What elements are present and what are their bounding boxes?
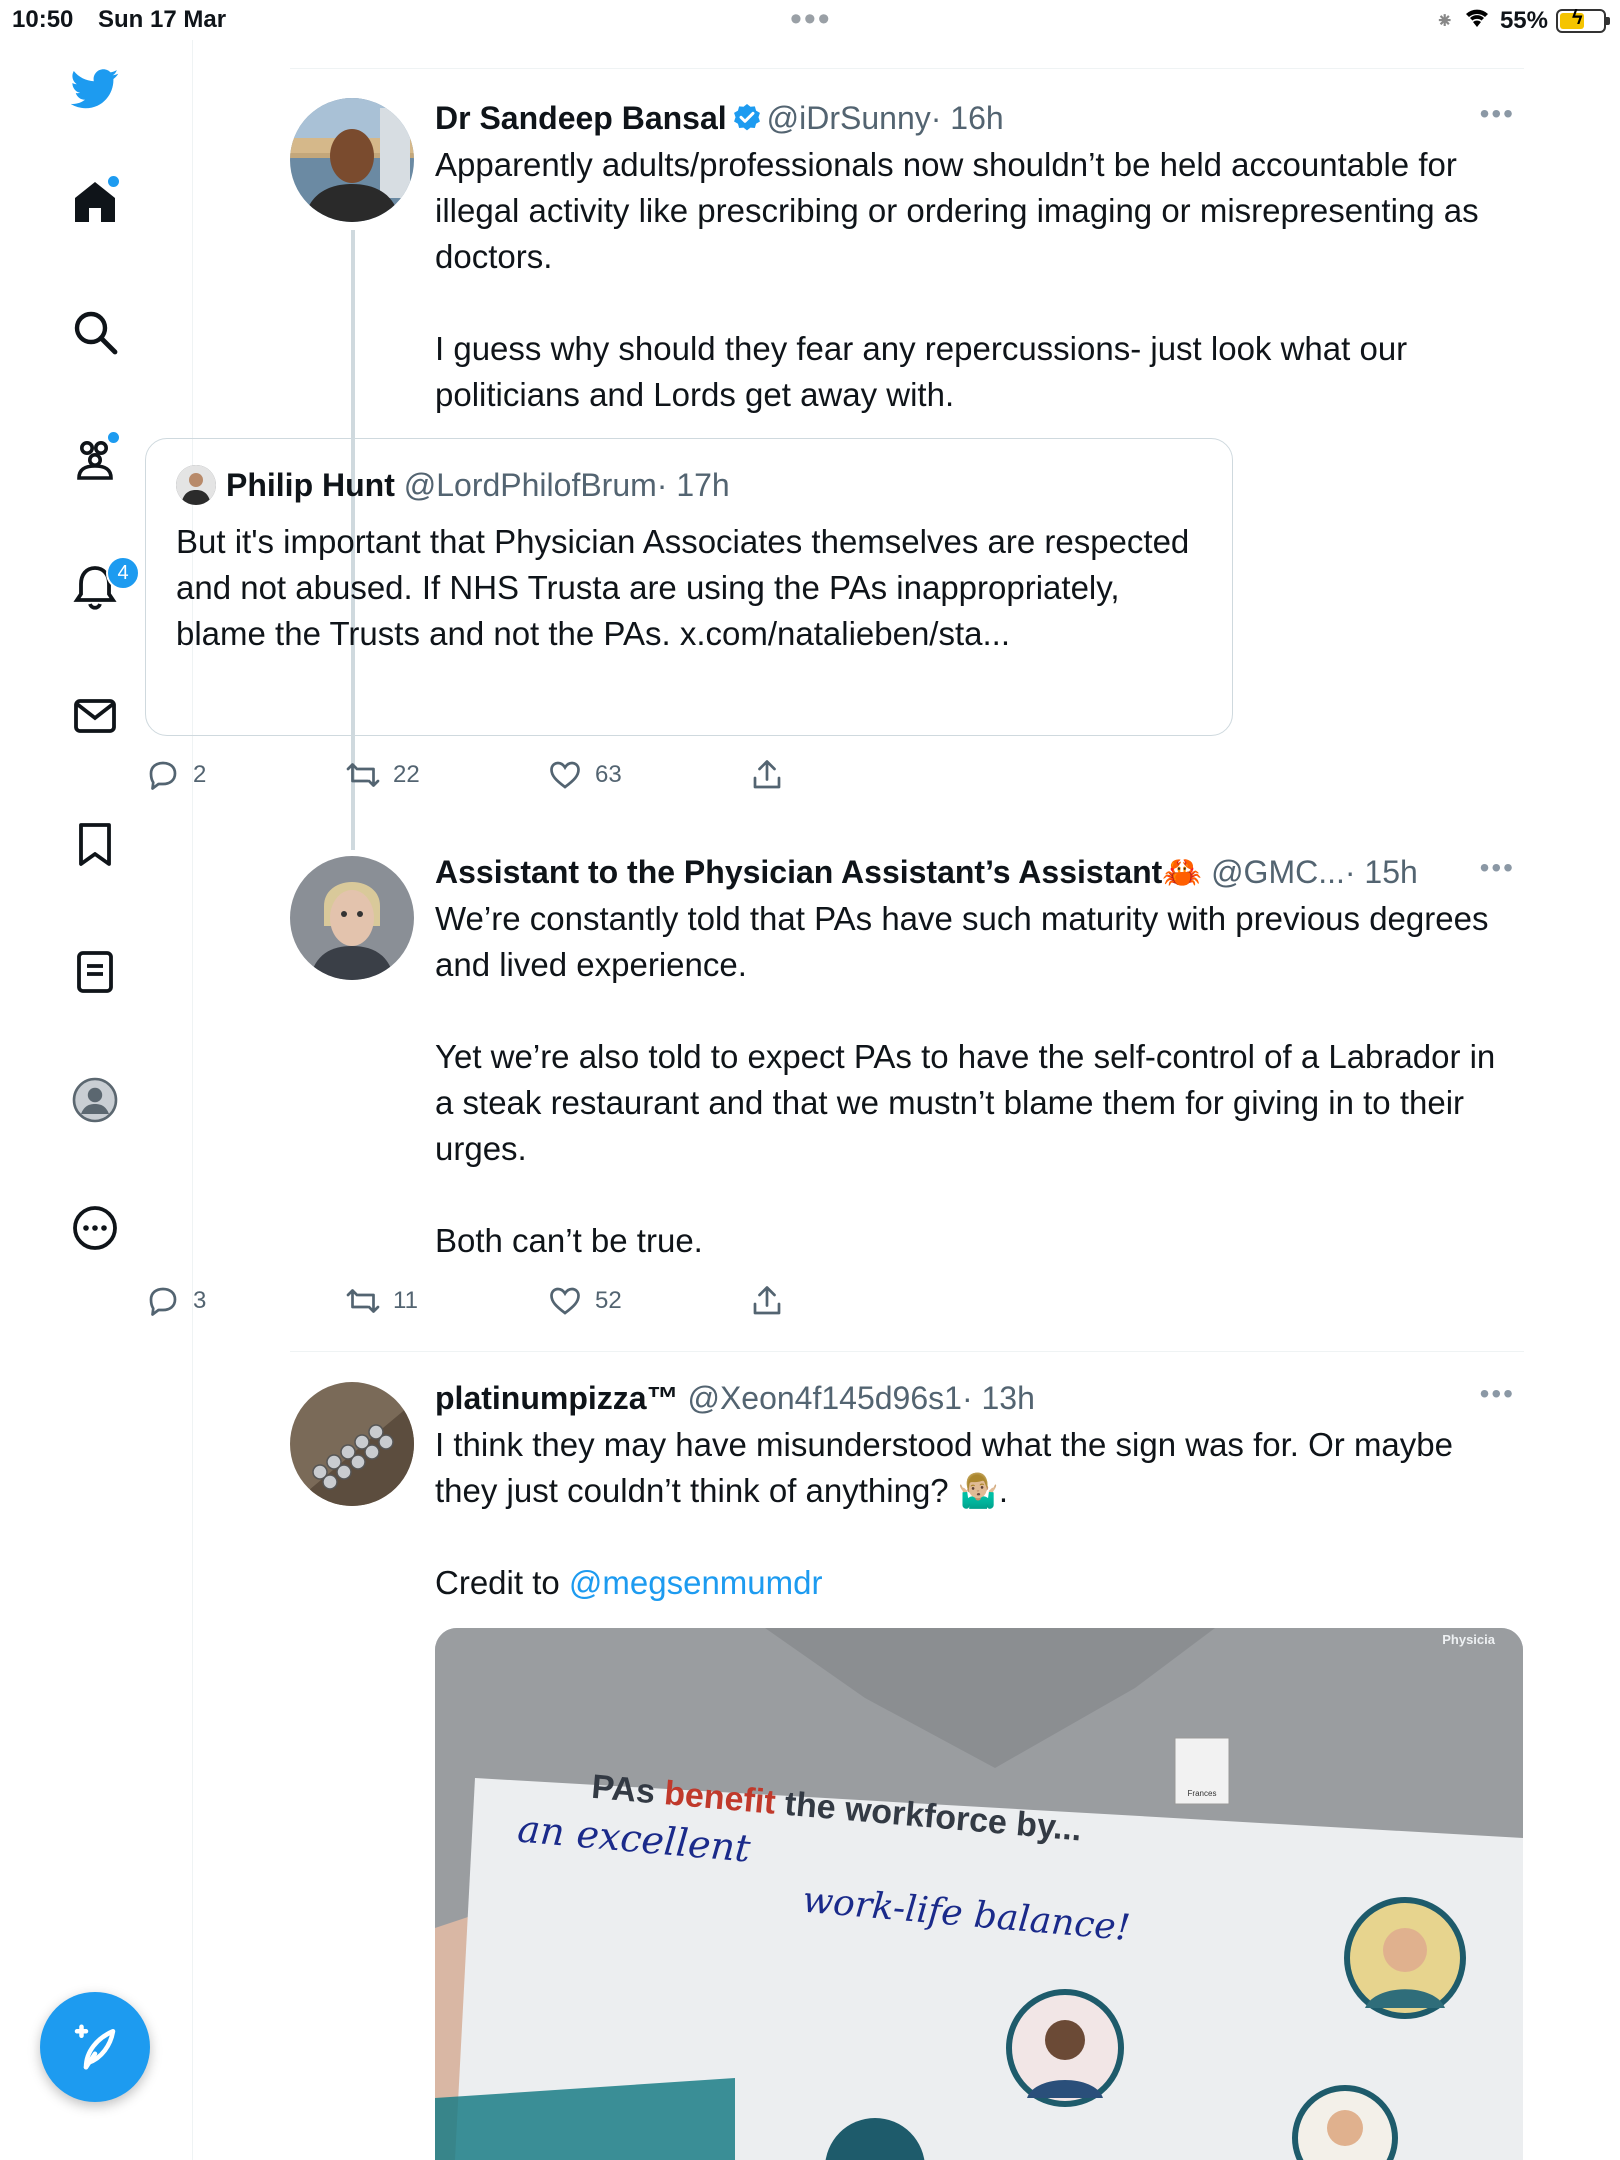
author-handle[interactable]: @Xeon4f145d96s1 <box>687 1380 961 1416</box>
author-name[interactable]: platinumpizza™ <box>435 1380 679 1416</box>
quote-avatar <box>176 465 216 505</box>
sign-photo: Frances Physicia PAs benefit the workfor… <box>435 1628 1523 2160</box>
like-button[interactable]: 52 <box>547 1283 749 1319</box>
retweet-count: 11 <box>393 1287 418 1314</box>
tweet-text: We’re constantly told that PAs have such… <box>435 900 1496 1259</box>
author-handle[interactable]: @GMC... <box>1211 854 1345 890</box>
credit-mention-link[interactable]: @megsenmumdr <box>569 1564 823 1601</box>
tweet-credit: Credit to @megsenmumdr <box>435 1560 1515 1606</box>
retweet-button[interactable]: 22 <box>345 757 547 793</box>
status-bar: 10:50 Sun 17 Mar ••• ⁕ 55% ϟ <box>0 0 1620 40</box>
tweet-actions: 3 11 52 <box>145 1283 785 1319</box>
reply-count: 3 <box>193 1287 207 1314</box>
timeline-top-divider <box>290 68 1524 69</box>
messages-icon[interactable] <box>65 686 125 746</box>
compose-tweet-button[interactable] <box>40 1992 150 2102</box>
quote-time: · 17h <box>656 467 730 503</box>
reply-count: 2 <box>193 761 207 788</box>
retweet-button[interactable]: 11 <box>345 1283 547 1319</box>
reply-icon <box>149 1287 177 1316</box>
retweet-icon <box>346 763 380 787</box>
retweet-count: 22 <box>393 761 420 788</box>
tweet-time[interactable]: · 16h <box>931 100 1004 136</box>
verified-badge-icon <box>731 102 763 134</box>
avatar[interactable] <box>290 1382 414 1506</box>
heart-icon <box>550 761 580 789</box>
twitter-logo-icon[interactable] <box>65 58 125 118</box>
share-icon <box>753 760 781 789</box>
activity-spinner-icon: ⁕ <box>1435 7 1454 33</box>
retweet-icon <box>346 1289 380 1313</box>
avatar[interactable] <box>290 98 414 222</box>
tweet-actions: 2 22 63 <box>145 757 785 793</box>
quote-author-name: Philip Hunt <box>226 467 395 503</box>
share-icon <box>753 1286 781 1315</box>
communities-unread-dot <box>106 430 121 445</box>
status-time: 10:50 <box>12 6 74 33</box>
tweet-image[interactable]: Frances Physicia PAs benefit the workfor… <box>435 1628 1523 2160</box>
battery-percent: 55% <box>1499 6 1548 34</box>
more-options-icon[interactable]: ••• <box>1480 852 1515 884</box>
like-count: 63 <box>595 761 622 788</box>
profile-icon[interactable] <box>65 1070 125 1130</box>
battery-icon: ϟ <box>1556 7 1610 33</box>
share-button[interactable] <box>749 757 785 793</box>
quote-author-handle: @LordPhilofBrum <box>403 467 657 503</box>
more-options-icon[interactable]: ••• <box>1480 98 1515 130</box>
wifi-icon <box>1462 5 1492 36</box>
lists-icon[interactable] <box>65 942 125 1002</box>
like-count: 52 <box>595 1287 622 1314</box>
credit-prefix: Credit to <box>435 1564 569 1601</box>
like-button[interactable]: 63 <box>547 757 749 793</box>
tweet-time[interactable]: · 15h <box>1345 854 1418 890</box>
bookmarks-icon[interactable] <box>65 814 125 874</box>
tweet-divider <box>290 1351 1524 1352</box>
reply-icon <box>149 761 177 790</box>
status-date: Sun 17 Mar <box>98 6 227 33</box>
search-icon[interactable] <box>65 302 125 362</box>
home-unread-dot <box>106 174 121 189</box>
heart-icon <box>550 1287 580 1315</box>
multitasking-dots-icon[interactable]: ••• <box>790 0 832 39</box>
more-options-icon[interactable]: ••• <box>1480 1378 1515 1410</box>
badge-text: Physicia <box>1442 1632 1496 1647</box>
tweet-text: I think they may have misunderstood what… <box>435 1426 1463 1509</box>
reply-button[interactable]: 2 <box>145 757 345 793</box>
tweet-time[interactable]: · 13h <box>962 1380 1035 1416</box>
notifications-badge: 4 <box>106 556 140 590</box>
more-icon[interactable] <box>65 1198 125 1258</box>
quote-text: But it's important that Physician Associ… <box>176 523 1190 652</box>
quoted-tweet[interactable]: Philip Hunt @LordPhilofBrum· 17h But it'… <box>145 438 1233 736</box>
author-name[interactable]: Assistant to the Physician Assistant’s A… <box>435 854 1202 890</box>
author-handle[interactable]: @iDrSunny <box>767 100 931 136</box>
share-button[interactable] <box>749 1283 785 1319</box>
sign-text-1: PAs <box>590 1768 666 1812</box>
id-card-text: Frances <box>1188 1789 1217 1798</box>
author-name[interactable]: Dr Sandeep Bansal <box>435 100 727 136</box>
tweet-text: Apparently adults/professionals now shou… <box>435 146 1479 413</box>
avatar[interactable] <box>290 856 414 980</box>
reply-button[interactable]: 3 <box>145 1283 345 1319</box>
